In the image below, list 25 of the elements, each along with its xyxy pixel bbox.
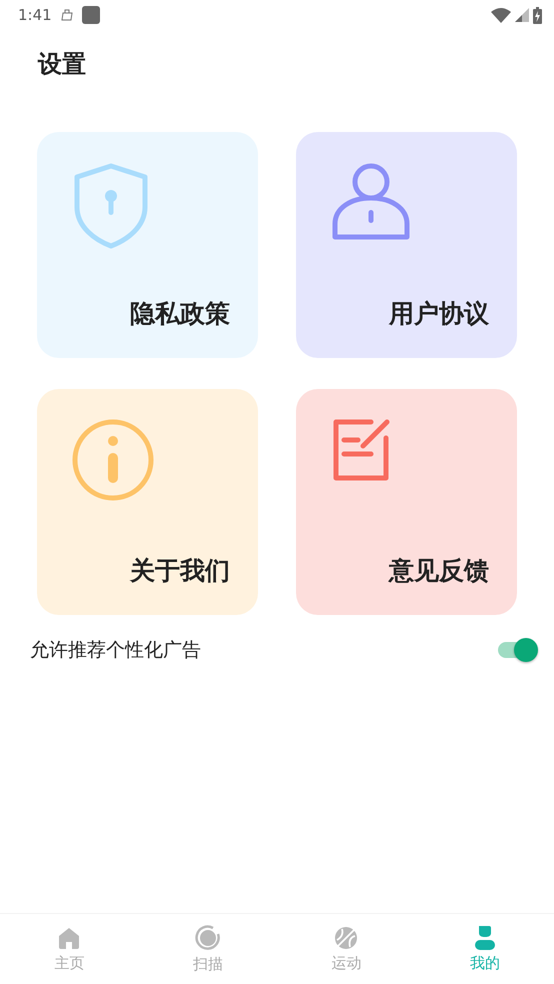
- menu-card[interactable]: 用户协议: [296, 132, 517, 358]
- menu-card[interactable]: 意见反馈: [296, 389, 517, 615]
- toggle-switch[interactable]: [498, 638, 538, 662]
- page-title: 设置: [38, 49, 87, 80]
- signal-icon: [515, 8, 529, 22]
- wifi-icon: [491, 8, 511, 22]
- ball-icon: [334, 926, 358, 950]
- bag-icon: [60, 8, 74, 22]
- toggle-label: 允许推荐个性化广告: [30, 638, 202, 663]
- card-label: 意见反馈: [389, 555, 489, 587]
- person-icon: [331, 162, 411, 242]
- battery-icon: [533, 6, 542, 24]
- home-icon: [57, 926, 82, 950]
- card-label: 隐私政策: [130, 298, 230, 330]
- menu-card[interactable]: 关于我们: [37, 389, 258, 615]
- card-label: 用户协议: [389, 298, 489, 330]
- edit-icon: [331, 419, 391, 483]
- user-icon: [474, 926, 496, 950]
- info-icon: [72, 419, 154, 501]
- status-time: 1:41: [18, 6, 52, 24]
- card-label: 关于我们: [130, 555, 230, 587]
- menu-card[interactable]: 隐私政策: [37, 132, 258, 358]
- scan-icon: [194, 924, 221, 950]
- app-icon: [82, 6, 100, 24]
- shield-icon: [72, 162, 150, 250]
